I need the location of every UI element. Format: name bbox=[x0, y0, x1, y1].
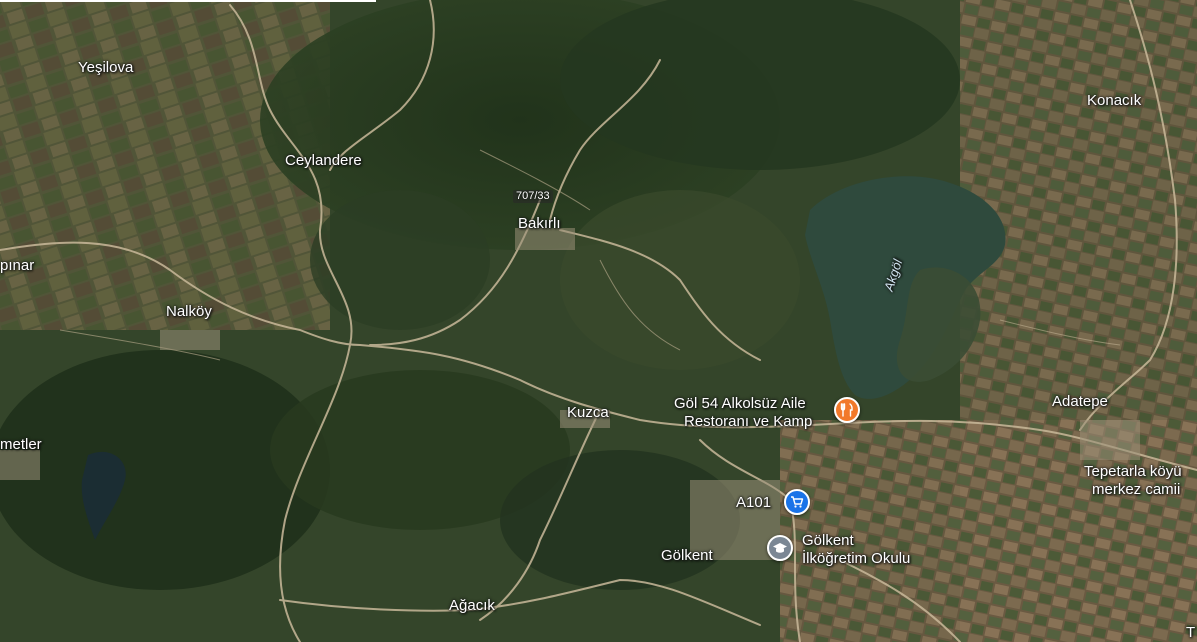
poi-restaurant-name-line2[interactable]: Restoranı ve Kamp bbox=[684, 413, 812, 431]
place-label-yesilova[interactable]: Yeşilova bbox=[78, 59, 133, 77]
satellite-map[interactable]: Yeşilova Ceylandere 707/33 Bakırlı Konac… bbox=[0, 0, 1197, 642]
place-label-metler[interactable]: metler bbox=[0, 436, 42, 454]
restaurant-icon bbox=[840, 403, 853, 417]
place-label-tepetarla-line2[interactable]: merkez camii bbox=[1092, 481, 1180, 499]
road-shield: 707/33 bbox=[513, 190, 553, 203]
place-label-konacik[interactable]: Konacık bbox=[1087, 92, 1141, 110]
place-label-agacik[interactable]: Ağacık bbox=[449, 597, 495, 615]
place-label-kuzca[interactable]: Kuzca bbox=[567, 404, 609, 422]
top-edge-bar bbox=[0, 0, 376, 2]
poi-restaurant-name-line1[interactable]: Göl 54 Alkolsüz Aile bbox=[674, 395, 806, 413]
place-label-adatepe[interactable]: Adatepe bbox=[1052, 393, 1108, 411]
place-label-nalkoy[interactable]: Nalköy bbox=[166, 303, 212, 321]
poi-school-name-line2[interactable]: İlköğretim Okulu bbox=[802, 550, 910, 568]
place-label-pinar[interactable]: pınar bbox=[0, 257, 34, 275]
place-label-ceylandere[interactable]: Ceylandere bbox=[285, 152, 362, 170]
place-label-golkent[interactable]: Gölkent bbox=[661, 547, 713, 565]
graduation-cap-icon bbox=[773, 543, 787, 553]
shopping-cart-icon bbox=[791, 496, 804, 508]
place-label-edge: T bbox=[1186, 624, 1196, 641]
place-label-bakirli[interactable]: Bakırlı bbox=[518, 215, 561, 233]
satellite-imagery bbox=[0, 0, 1197, 642]
poi-shop-marker[interactable] bbox=[784, 489, 810, 515]
place-label-tepetarla-line1[interactable]: Tepetarla köyü bbox=[1084, 463, 1182, 481]
poi-restaurant-marker[interactable] bbox=[834, 397, 860, 423]
poi-school-name-line1[interactable]: Gölkent bbox=[802, 532, 854, 550]
poi-shop-name[interactable]: A101 bbox=[736, 494, 771, 512]
poi-school-marker[interactable] bbox=[767, 535, 793, 561]
